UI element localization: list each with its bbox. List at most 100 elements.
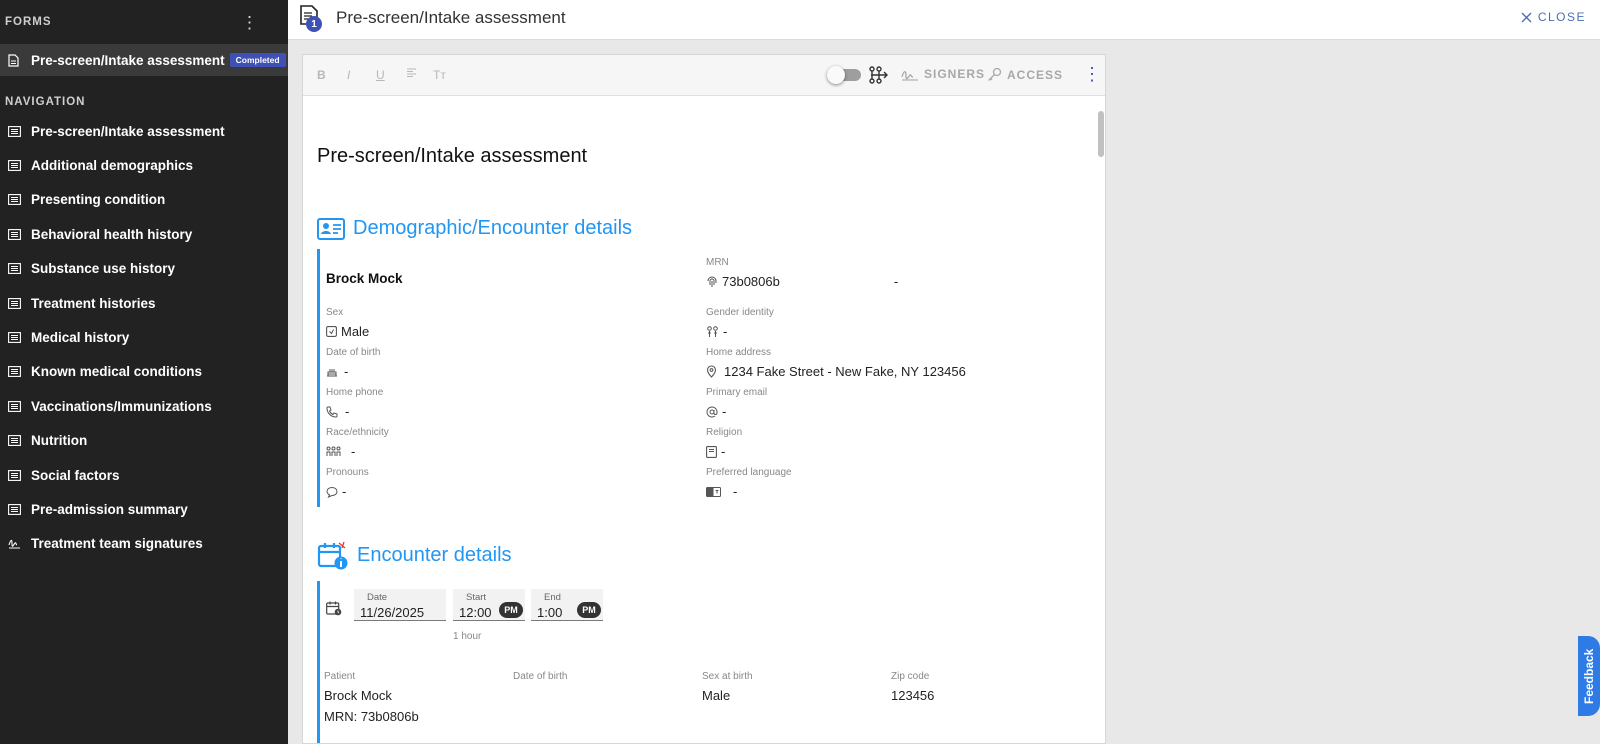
list-icon	[8, 297, 22, 309]
close-button[interactable]: CLOSE	[1521, 10, 1586, 24]
list-icon	[8, 469, 22, 481]
sidebar-item-label: Additional demographics	[31, 158, 194, 174]
sidebar-item-substance-use-history[interactable]: Substance use history	[0, 252, 288, 286]
signature-icon	[8, 538, 22, 549]
primary-email-row: -	[706, 404, 767, 419]
mrn-label: MRN	[706, 257, 729, 268]
editor-toolbar: B I U Tт SIGNERS ACCESS ⋮	[303, 55, 1105, 96]
sidebar-item-presenting-condition[interactable]: Presenting condition	[0, 183, 288, 217]
sidebar-item-pre-screen[interactable]: Pre-screen/Intake assessment	[0, 114, 288, 148]
encounter-date-input[interactable]: Date 11/26/2025	[354, 589, 446, 621]
list-icon	[8, 125, 22, 137]
form-item-label: Pre-screen/Intake assessment	[31, 52, 225, 68]
list-icon	[8, 504, 22, 515]
sidebar-item-medical-history[interactable]: Medical history	[0, 320, 288, 354]
close-label: CLOSE	[1537, 10, 1586, 24]
underline-button[interactable]: U	[376, 68, 385, 82]
demographics-section: Brock Mock MRN 73b0806b - Sex Male Gende…	[317, 249, 1077, 507]
sidebar-item-label: Social factors	[31, 467, 120, 483]
end-ampm-toggle[interactable]: PM	[577, 602, 601, 618]
scrollbar-thumb[interactable]	[1098, 111, 1104, 157]
sidebar-item-label: Behavioral health history	[31, 226, 193, 242]
feedback-tab[interactable]: Feedback	[1578, 636, 1600, 716]
cake-icon	[327, 369, 337, 377]
document-panel: B I U Tт SIGNERS ACCESS ⋮ Pre-screen/Int…	[302, 54, 1106, 744]
sidebar-item-nutrition[interactable]: Nutrition	[0, 424, 288, 458]
race-ethnicity-row: -	[326, 444, 389, 459]
document-title: Pre-screen/Intake assessment	[317, 145, 588, 167]
sidebar-item-treatment-team-signatures[interactable]: Treatment team signatures	[0, 527, 288, 561]
encounter-heading-text: Encounter details	[357, 543, 512, 566]
zip-code-value: 123456	[891, 688, 935, 703]
zip-code-field: Zip code 123456	[891, 671, 934, 703]
sex-at-birth-label: Sex at birth	[702, 671, 753, 682]
navigation-title: NAVIGATION	[5, 96, 86, 108]
sex-at-birth-value: Male	[702, 688, 731, 703]
mrn-row: 73b0806b -	[706, 274, 1066, 289]
sex-label: Sex	[326, 307, 344, 318]
sidebar: FORMS ⋮ Pre-screen/Intake assessment Com…	[0, 0, 288, 744]
sidebar-item-label: Known medical conditions	[31, 364, 203, 380]
list-icon	[8, 228, 22, 240]
sidebar-item-label: Treatment histories	[31, 295, 156, 311]
location-pin-icon	[706, 365, 717, 378]
patient-dob-field: Date of birth	[513, 671, 567, 682]
home-phone-field: Home phone -	[326, 387, 383, 419]
mrn-field: MRN 73b0806b -	[706, 257, 1066, 289]
access-button[interactable]: ACCESS	[987, 67, 1063, 82]
religion-row: -	[706, 444, 742, 459]
more-options-icon[interactable]: ⋮	[1083, 65, 1101, 83]
sidebar-item-label: Nutrition	[31, 433, 88, 449]
list-icon	[8, 160, 22, 172]
sex-tag-icon	[326, 326, 337, 337]
pronouns-label: Pronouns	[326, 467, 369, 478]
encounter-start-input[interactable]: Start 12:00 PM	[453, 589, 525, 621]
race-ethnicity-value: -	[351, 444, 356, 459]
access-label: ACCESS	[1007, 67, 1064, 82]
forms-header: FORMS ⋮	[0, 0, 288, 44]
home-address-row: 1234 Fake Street - New Fake, NY 123456	[706, 364, 966, 379]
race-ethnicity-field: Race/ethnicity -	[326, 427, 389, 459]
sex-row: Male	[326, 324, 369, 339]
workflow-icon[interactable]	[869, 66, 889, 84]
primary-email-value: -	[722, 404, 727, 419]
race-ethnicity-label: Race/ethnicity	[326, 427, 389, 438]
religion-label: Religion	[706, 427, 743, 438]
primary-email-label: Primary email	[706, 387, 768, 398]
dob-field: Date of birth -	[326, 347, 380, 379]
calendar-info-icon	[317, 541, 348, 570]
key-icon	[988, 67, 1002, 81]
pronouns-value: -	[342, 484, 347, 499]
home-address-label: Home address	[706, 347, 772, 358]
home-phone-row: -	[326, 404, 383, 419]
gender-icon	[707, 325, 718, 337]
sidebar-item-additional-demographics[interactable]: Additional demographics	[0, 148, 288, 182]
phone-icon	[326, 406, 338, 418]
align-icon[interactable]	[406, 67, 417, 81]
gender-identity-row: -	[706, 324, 774, 339]
sidebar-item-pre-admission-summary[interactable]: Pre-admission summary	[0, 492, 288, 526]
patient-field: Patient Brock Mock MRN: 73b0806b	[324, 671, 419, 724]
preferred-language-row: -	[706, 484, 792, 499]
sidebar-item-treatment-histories[interactable]: Treatment histories	[0, 286, 288, 320]
start-ampm-toggle[interactable]: PM	[499, 602, 523, 618]
bold-button[interactable]: B	[317, 68, 326, 82]
list-icon	[8, 400, 22, 412]
scrollbar-track[interactable]	[1097, 97, 1105, 743]
pronouns-field: Pronouns -	[326, 467, 369, 499]
sidebar-item-vaccinations[interactable]: Vaccinations/Immunizations	[0, 389, 288, 423]
sidebar-item-behavioral-health-history[interactable]: Behavioral health history	[0, 217, 288, 251]
sidebar-item-social-factors[interactable]: Social factors	[0, 458, 288, 492]
sidebar-item-label: Medical history	[31, 330, 130, 346]
patient-name-field: Brock Mock	[326, 271, 403, 286]
edit-mode-toggle[interactable]	[827, 66, 861, 84]
encounter-end-input[interactable]: End 1:00 PM	[531, 589, 603, 621]
sidebar-item-label: Presenting condition	[31, 192, 166, 208]
form-item-pre-screen[interactable]: Pre-screen/Intake assessment Completed	[0, 44, 288, 76]
forms-more-icon[interactable]: ⋮	[241, 14, 258, 31]
italic-button[interactable]: I	[347, 68, 350, 82]
clear-format-button[interactable]: Tт	[433, 68, 446, 82]
signers-button[interactable]: SIGNERS	[901, 67, 985, 81]
encounter-heading: Encounter details	[317, 539, 512, 571]
sidebar-item-known-medical-conditions[interactable]: Known medical conditions	[0, 355, 288, 389]
